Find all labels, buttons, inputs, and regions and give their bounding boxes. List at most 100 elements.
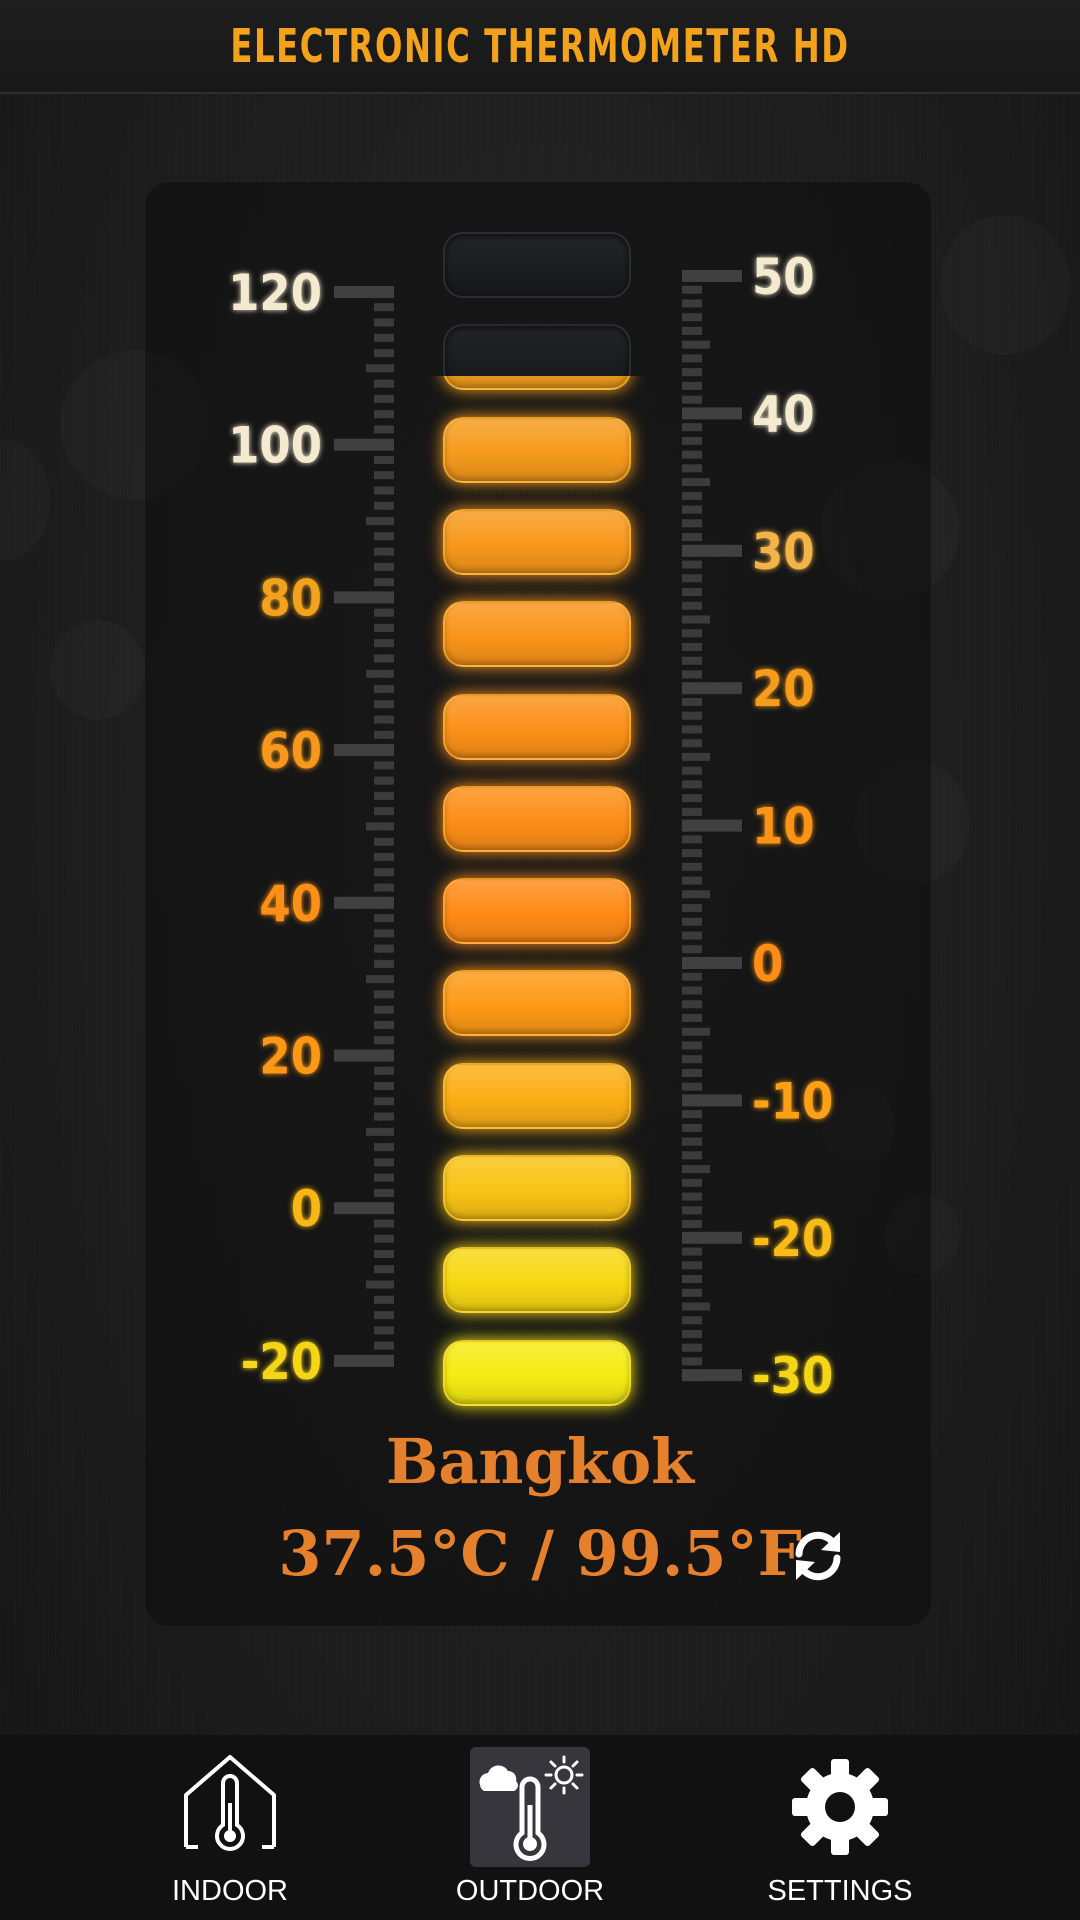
celsius-minor-tick bbox=[682, 629, 702, 638]
fahrenheit-minor-tick bbox=[366, 822, 394, 831]
fahrenheit-major-tick bbox=[334, 1202, 394, 1215]
celsius-minor-tick bbox=[682, 1316, 702, 1325]
celsius-minor-tick bbox=[682, 519, 702, 528]
fahrenheit-minor-tick bbox=[374, 929, 394, 938]
celsius-minor-tick bbox=[682, 862, 702, 871]
fahrenheit-minor-tick bbox=[374, 1311, 394, 1320]
fahrenheit-tick-label: 0 bbox=[291, 1180, 322, 1238]
celsius-minor-tick bbox=[682, 491, 702, 500]
fahrenheit-minor-tick bbox=[374, 715, 394, 724]
lit-segment bbox=[443, 1155, 631, 1221]
fahrenheit-minor-tick bbox=[374, 303, 394, 312]
celsius-minor-tick bbox=[682, 1013, 702, 1022]
celsius-minor-tick bbox=[682, 436, 702, 445]
fahrenheit-minor-tick bbox=[366, 517, 394, 526]
nav-settings[interactable]: SETTINGS bbox=[710, 1735, 970, 1920]
celsius-tick-label: 30 bbox=[752, 523, 815, 581]
celsius-minor-tick bbox=[682, 1123, 702, 1132]
celsius-major-tick bbox=[682, 544, 742, 557]
celsius-minor-tick bbox=[682, 1082, 702, 1091]
fahrenheit-major-tick bbox=[334, 744, 394, 757]
fahrenheit-minor-tick bbox=[374, 807, 394, 816]
fahrenheit-major-tick bbox=[334, 286, 394, 298]
fahrenheit-minor-tick bbox=[374, 318, 394, 327]
fahrenheit-minor-tick bbox=[374, 455, 394, 464]
refresh-button[interactable] bbox=[790, 1528, 846, 1584]
celsius-minor-tick bbox=[682, 560, 702, 569]
outdoor-thermometer-icon bbox=[479, 1755, 584, 1861]
fahrenheit-minor-tick bbox=[374, 944, 394, 953]
fahrenheit-minor-tick bbox=[374, 501, 394, 510]
lit-segment bbox=[443, 416, 631, 483]
celsius-minor-tick bbox=[682, 1275, 702, 1284]
celsius-minor-tick bbox=[682, 368, 702, 377]
celsius-minor-tick bbox=[682, 794, 702, 803]
celsius-major-tick bbox=[682, 407, 742, 420]
settings-icon-wrap bbox=[780, 1747, 900, 1867]
lit-segment bbox=[443, 970, 631, 1037]
celsius-minor-tick bbox=[682, 615, 710, 624]
fahrenheit-tick-label: 80 bbox=[259, 569, 322, 627]
celsius-minor-tick bbox=[682, 423, 702, 432]
celsius-minor-tick bbox=[682, 904, 702, 913]
celsius-minor-tick bbox=[682, 533, 702, 542]
celsius-minor-tick bbox=[682, 354, 702, 363]
fahrenheit-minor-tick bbox=[374, 1097, 394, 1106]
celsius-minor-tick bbox=[682, 697, 702, 706]
celsius-minor-tick bbox=[682, 1329, 702, 1338]
celsius-minor-tick bbox=[682, 601, 702, 610]
fahrenheit-minor-tick bbox=[374, 410, 394, 419]
app-screen: ELECTRONIC THERMOMETER HD 120 100 80 60 40 20… bbox=[0, 0, 1080, 1920]
house-thermometer-icon bbox=[184, 1755, 276, 1851]
celsius-minor-tick bbox=[682, 1343, 702, 1352]
celsius-minor-tick bbox=[682, 1247, 702, 1256]
celsius-minor-tick bbox=[682, 1165, 710, 1174]
celsius-minor-tick bbox=[682, 1178, 702, 1187]
celsius-minor-tick bbox=[682, 464, 702, 473]
celsius-minor-tick bbox=[682, 1137, 702, 1146]
celsius-minor-tick bbox=[682, 670, 702, 679]
celsius-minor-tick bbox=[682, 642, 702, 651]
nav-outdoor[interactable]: OUTDOOR bbox=[400, 1735, 660, 1920]
fahrenheit-major-tick bbox=[334, 1354, 394, 1367]
celsius-minor-tick bbox=[682, 1192, 702, 1201]
lit-segment bbox=[443, 693, 631, 760]
fahrenheit-minor-tick bbox=[374, 547, 394, 556]
fahrenheit-minor-tick bbox=[374, 1143, 394, 1152]
celsius-minor-tick bbox=[682, 945, 702, 954]
fahrenheit-tick-label: -20 bbox=[241, 1333, 322, 1391]
celsius-minor-tick bbox=[682, 917, 702, 926]
unlit-segment bbox=[443, 232, 631, 298]
fahrenheit-minor-tick bbox=[374, 776, 394, 785]
celsius-minor-tick bbox=[682, 340, 710, 349]
celsius-major-tick bbox=[682, 1369, 742, 1382]
fahrenheit-minor-tick bbox=[374, 379, 394, 388]
celsius-minor-tick bbox=[682, 972, 702, 981]
fahrenheit-minor-tick bbox=[374, 1158, 394, 1167]
lit-segment bbox=[443, 1062, 631, 1129]
celsius-minor-tick bbox=[682, 588, 702, 597]
fahrenheit-minor-tick bbox=[374, 1234, 394, 1243]
celsius-minor-tick bbox=[682, 986, 702, 995]
nav-outdoor-label: OUTDOOR bbox=[455, 1875, 605, 1907]
weather-readout: Bangkok bbox=[0, 1425, 1080, 1498]
celsius-minor-tick bbox=[682, 1055, 702, 1064]
fahrenheit-minor-tick bbox=[374, 1066, 394, 1075]
celsius-minor-tick bbox=[682, 1068, 702, 1077]
fahrenheit-major-tick bbox=[334, 896, 394, 909]
city-name: Bangkok bbox=[385, 1425, 695, 1498]
celsius-minor-tick bbox=[682, 326, 702, 335]
celsius-major-tick bbox=[682, 819, 742, 832]
celsius-major-tick bbox=[682, 682, 742, 695]
celsius-minor-tick bbox=[682, 752, 710, 761]
fahrenheit-tick-label: 60 bbox=[259, 722, 322, 780]
celsius-minor-tick bbox=[682, 505, 702, 514]
celsius-minor-tick bbox=[682, 807, 702, 816]
fahrenheit-minor-tick bbox=[374, 1326, 394, 1335]
outdoor-icon-wrap bbox=[470, 1747, 590, 1867]
fahrenheit-minor-tick bbox=[374, 562, 394, 571]
nav-indoor[interactable]: INDOOR bbox=[100, 1735, 360, 1920]
celsius-major-tick bbox=[682, 1231, 742, 1244]
celsius-major-tick bbox=[682, 1094, 742, 1107]
fahrenheit-minor-tick bbox=[374, 333, 394, 342]
